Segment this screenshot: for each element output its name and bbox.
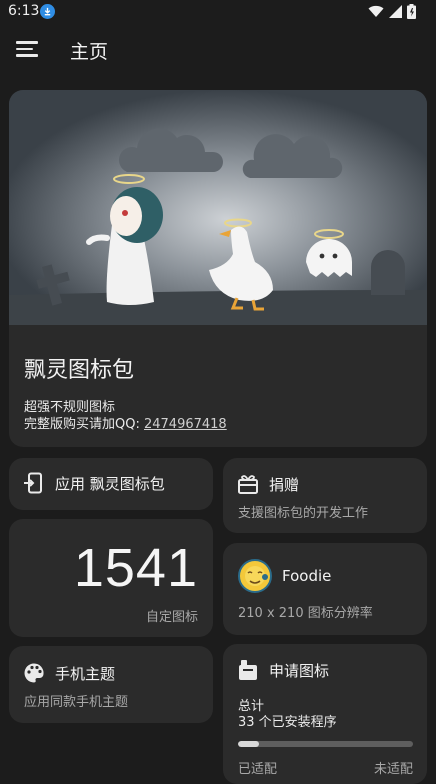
hero-illustration (9, 90, 427, 325)
foodie-card[interactable]: Foodie 210 x 210 图标分辨率 (223, 543, 427, 635)
request-title: 申请图标 (269, 661, 330, 680)
wifi-icon (368, 5, 384, 17)
request-installed-count: 33 个已安装程序 (238, 715, 337, 730)
gift-icon (238, 475, 258, 494)
donate-subtitle: 支援图标包的开发工作 (238, 506, 369, 521)
icon-count-label: 自定图标 (145, 610, 198, 625)
icon-count-number: 1541 (73, 538, 198, 598)
status-time: 6:13 (8, 3, 40, 19)
adaptation-progress-fill (238, 741, 259, 747)
hero-tagline: 超强不规则图标 (24, 400, 116, 415)
apply-label: 应用 飘灵图标包 (55, 474, 165, 493)
download-icon (40, 4, 55, 19)
signal-icon (389, 5, 402, 18)
not-adapted-label: 未适配 (373, 762, 413, 777)
phone-theme-card[interactable]: 手机主题 应用同款手机主题 (9, 646, 213, 723)
palette-icon (24, 663, 44, 683)
app-bar: 主页 (0, 24, 436, 78)
donate-title: 捐赠 (269, 475, 300, 494)
request-icon (239, 660, 257, 680)
qq-prefix: 完整版购买请加QQ: (24, 417, 144, 432)
foodie-title: Foodie (282, 567, 332, 585)
theme-subtitle: 应用同款手机主题 (24, 695, 129, 710)
hero-card: 飘灵图标包 超强不规则图标 完整版购买请加QQ: 2474967418 (9, 90, 427, 447)
request-summary: 总计 33 个已安装程序 (238, 699, 337, 731)
status-bar: 6:13 (0, 0, 436, 24)
icon-count-card: 1541 自定图标 (9, 519, 213, 637)
request-total-label: 总计 (238, 699, 265, 714)
donate-card[interactable]: 捐赠 支援图标包的开发工作 (223, 458, 427, 533)
adapted-label: 已适配 (238, 762, 278, 777)
hero-description: 超强不规则图标 完整版购买请加QQ: 2474967418 (24, 399, 227, 433)
phone-apply-icon (24, 472, 42, 494)
foodie-subtitle: 210 x 210 图标分辨率 (238, 606, 373, 621)
foodie-icon (238, 559, 272, 593)
hero-title: 飘灵图标包 (24, 358, 135, 383)
adaptation-progress-bar (238, 741, 413, 747)
request-icons-card[interactable]: 申请图标 总计 33 个已安装程序 已适配 未适配 (223, 644, 427, 784)
qq-number-link[interactable]: 2474967418 (144, 417, 227, 432)
battery-icon (407, 4, 416, 19)
menu-icon[interactable] (16, 41, 38, 59)
theme-title: 手机主题 (55, 664, 116, 683)
hero-contact: 完整版购买请加QQ: 2474967418 (24, 416, 227, 433)
apply-iconpack-button[interactable]: 应用 飘灵图标包 (9, 458, 213, 510)
page-title: 主页 (70, 41, 109, 63)
